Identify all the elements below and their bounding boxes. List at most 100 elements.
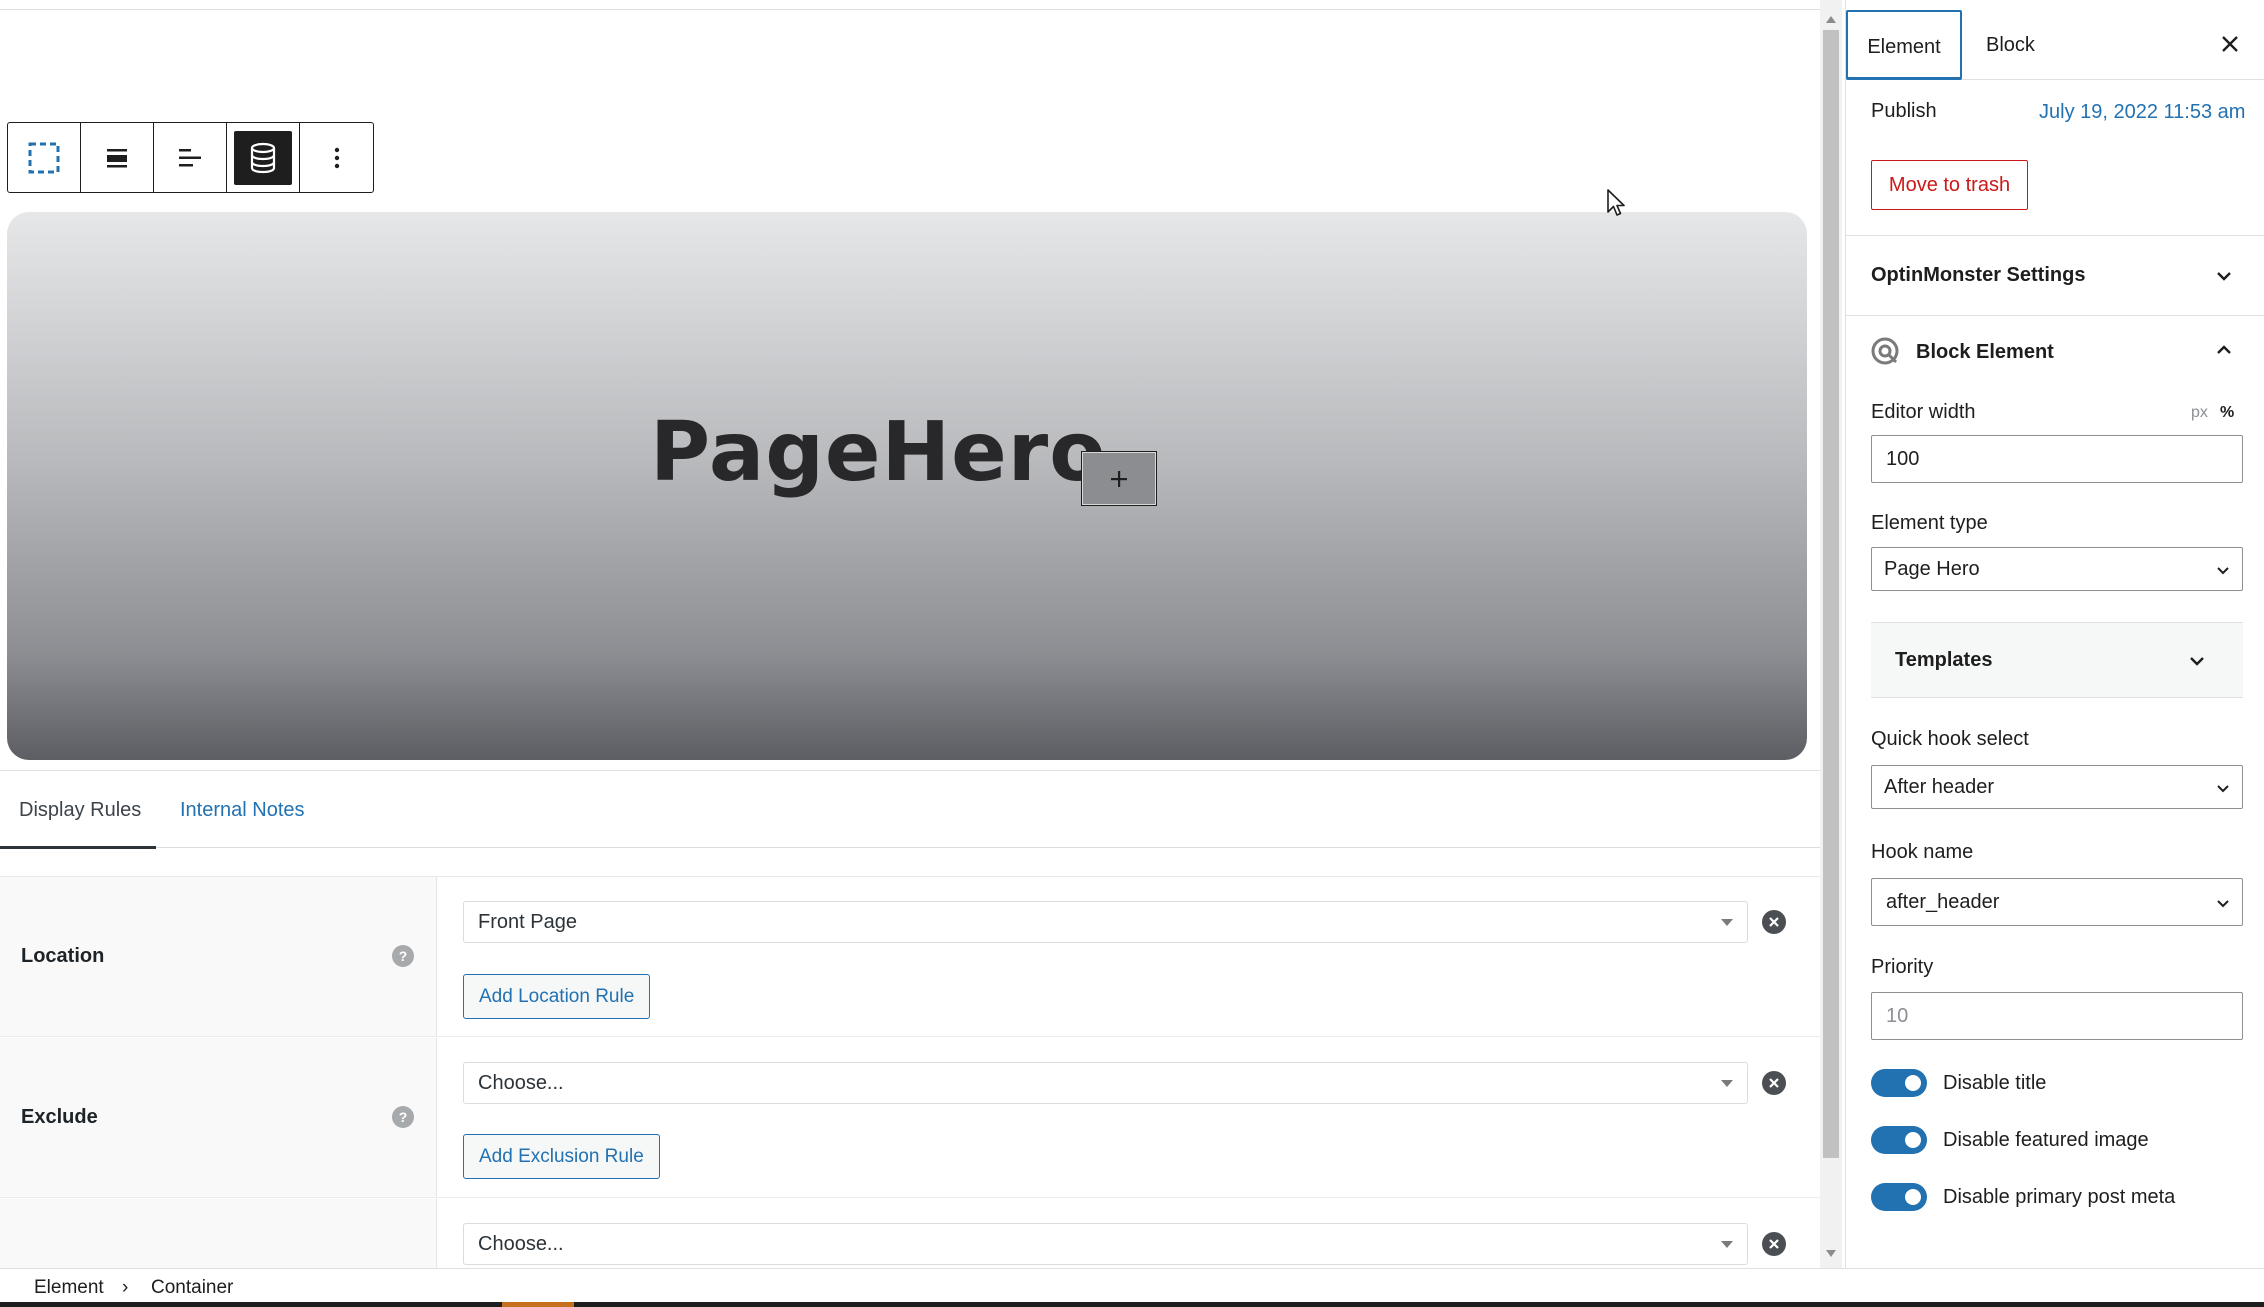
publish-date-link[interactable]: July 19, 2022 11:53 am <box>2039 101 2245 124</box>
disable-title-label: Disable title <box>1943 1072 2047 1094</box>
rule-label-cell: Exclude ? <box>0 1038 437 1197</box>
more-vertical-icon <box>334 147 339 168</box>
element-type-value: Page Hero <box>1884 558 1980 580</box>
location-rule-row: Location ? Front Page Add Location Rule <box>0 877 1820 1037</box>
disable-featured-image-toggle[interactable] <box>1871 1126 1927 1154</box>
remove-icon[interactable] <box>1762 1232 1786 1256</box>
add-exclusion-rule-button[interactable]: Add Exclusion Rule <box>463 1134 660 1179</box>
exclude-select[interactable]: Choose... <box>463 1062 1748 1104</box>
disable-title-toggle[interactable] <box>1871 1069 1927 1097</box>
caret-down-icon <box>1721 1080 1733 1087</box>
divider <box>1846 235 2264 236</box>
chevron-down-icon <box>2217 785 2229 793</box>
editor-screen: PageHero Display Rules Internal Notes Lo… <box>0 0 2264 1307</box>
add-location-rule-button[interactable]: Add Location Rule <box>463 974 651 1019</box>
scroll-up-arrow[interactable] <box>1826 16 1836 23</box>
tab-internal-notes[interactable]: Internal Notes <box>180 771 305 849</box>
help-icon[interactable]: ? <box>392 945 414 967</box>
element-tabs: Display Rules Internal Notes <box>0 770 1820 849</box>
chevron-down-icon <box>2217 567 2229 575</box>
database-icon <box>250 142 276 173</box>
divider <box>1846 315 2264 316</box>
location-label: Location <box>21 945 105 967</box>
breadcrumb-separator: › <box>122 1277 129 1298</box>
hook-name-label: Hook name <box>1871 841 1974 863</box>
close-icon[interactable] <box>2218 32 2242 56</box>
priority-label: Priority <box>1871 956 1934 978</box>
breadcrumb-element[interactable]: Element <box>34 1277 104 1299</box>
rule-label-cell <box>0 1199 437 1268</box>
publish-label: Publish <box>1871 100 1937 122</box>
block-breadcrumb: Element › Container <box>0 1268 2264 1304</box>
user-rule-row: Choose... <box>0 1199 1820 1268</box>
chevron-down-icon <box>2217 900 2229 908</box>
block-element-panel-title[interactable]: Block Element <box>1916 341 2054 364</box>
remove-icon[interactable] <box>1762 1071 1786 1095</box>
hook-name-select[interactable]: after_header <box>1871 878 2243 926</box>
display-rules-panel: Location ? Front Page Add Location Rule … <box>0 876 1820 1268</box>
select-parent-icon <box>28 142 60 173</box>
plus-icon <box>1111 470 1127 487</box>
user-role-select[interactable]: Choose... <box>463 1223 1748 1265</box>
exclude-rule-row: Exclude ? Choose... Add Exclusion Rule <box>0 1038 1820 1198</box>
toggle-knob <box>1905 1189 1921 1205</box>
chevron-down-icon[interactable] <box>2214 266 2234 286</box>
taskbar-strip <box>0 1302 2264 1307</box>
quick-hook-label: Quick hook select <box>1871 728 2029 750</box>
canvas-scrollbar[interactable] <box>1820 0 1842 1268</box>
disable-post-meta-label: Disable primary post meta <box>1943 1186 2176 1208</box>
sidebar-tabs: Element Block <box>1846 0 2264 80</box>
mouse-cursor-icon <box>1607 189 1625 216</box>
align-button[interactable] <box>81 123 154 192</box>
templates-panel[interactable]: Templates <box>1871 622 2243 698</box>
hero-title[interactable]: PageHero <box>650 405 1107 500</box>
block-inserter-button[interactable] <box>1081 451 1157 506</box>
rule-label-cell: Location ? <box>0 877 437 1036</box>
user-role-select-value: Choose... <box>478 1233 564 1255</box>
caret-down-icon <box>1721 919 1733 926</box>
chevron-up-icon[interactable] <box>2214 340 2234 360</box>
disable-featured-image-label: Disable featured image <box>1943 1129 2149 1151</box>
scroll-down-arrow[interactable] <box>1826 1250 1836 1257</box>
scroll-thumb[interactable] <box>1823 30 1839 1158</box>
hook-name-value: after_header <box>1886 891 2000 913</box>
unit-px-button[interactable]: px <box>2191 404 2208 422</box>
block-toolbar <box>7 122 374 193</box>
caret-down-icon <box>1721 1241 1733 1248</box>
align-icon <box>107 148 127 167</box>
dynamic-data-button[interactable] <box>227 123 300 192</box>
location-select[interactable]: Front Page <box>463 901 1748 943</box>
move-to-trash-button[interactable]: Move to trash <box>1871 160 2028 210</box>
toggle-knob <box>1905 1075 1921 1091</box>
help-icon[interactable]: ? <box>392 1106 414 1128</box>
select-parent-button[interactable] <box>8 123 81 192</box>
unit-percent-button[interactable]: % <box>2220 404 2234 422</box>
element-type-select[interactable]: Page Hero <box>1871 547 2243 591</box>
exclude-label: Exclude <box>21 1106 98 1128</box>
quick-hook-select[interactable]: After header <box>1871 765 2243 809</box>
divider <box>0 9 1820 10</box>
optinmonster-panel-title[interactable]: OptinMonster Settings <box>1871 264 2085 287</box>
justify-icon <box>179 148 201 166</box>
editor-width-input[interactable]: 100 <box>1871 435 2243 483</box>
chevron-down-icon <box>2190 657 2204 666</box>
toggle-knob <box>1905 1132 1921 1148</box>
editor-canvas: PageHero Display Rules Internal Notes Lo… <box>0 0 1820 1268</box>
priority-input[interactable]: 10 <box>1871 992 2243 1040</box>
options-button[interactable] <box>300 123 373 192</box>
block-element-icon <box>1871 337 1899 365</box>
location-select-value: Front Page <box>478 911 577 933</box>
taskbar-accent <box>502 1302 574 1307</box>
disable-post-meta-toggle[interactable] <box>1871 1183 1927 1211</box>
tab-block[interactable]: Block <box>1986 10 2035 80</box>
remove-icon[interactable] <box>1762 910 1786 934</box>
tab-element[interactable]: Element <box>1846 10 1962 80</box>
exclude-select-value: Choose... <box>478 1072 564 1094</box>
tab-display-rules[interactable]: Display Rules <box>0 771 156 849</box>
templates-title: Templates <box>1895 649 1993 671</box>
editor-width-label: Editor width <box>1871 401 1976 423</box>
quick-hook-value: After header <box>1884 776 1995 798</box>
justify-button[interactable] <box>154 123 227 192</box>
element-type-label: Element type <box>1871 512 1988 534</box>
breadcrumb-container[interactable]: Container <box>151 1277 233 1299</box>
